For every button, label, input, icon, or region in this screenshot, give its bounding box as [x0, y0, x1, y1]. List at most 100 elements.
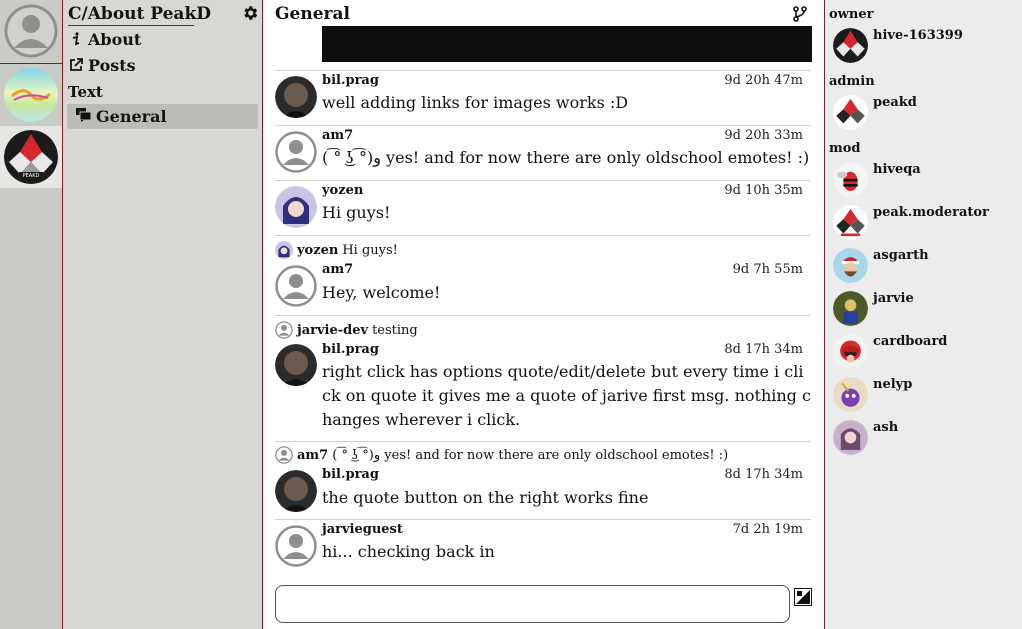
- quote-avatar: [275, 321, 293, 339]
- member-item[interactable]: asgarth: [833, 248, 1018, 286]
- quote-avatar: [275, 446, 293, 464]
- nav-about[interactable]: About: [68, 28, 141, 50]
- quote-author: yozen: [297, 242, 339, 258]
- member-item[interactable]: ash: [833, 420, 1018, 458]
- member-avatar[interactable]: [833, 28, 868, 63]
- avatar[interactable]: [275, 76, 317, 118]
- role-mod-label: mod: [829, 141, 861, 156]
- message-author[interactable]: bil.prag: [322, 342, 379, 357]
- message-time: 8d 17h 34m: [724, 342, 803, 357]
- member-avatar[interactable]: [833, 420, 868, 455]
- message-time: 9d 10h 35m: [724, 183, 803, 198]
- message-quote[interactable]: am7 ( ͡° ͜ʖ ͡°)و yes! and for now there …: [275, 446, 728, 464]
- message[interactable]: jarvieguest 7d 2h 19m hi... checking bac…: [275, 519, 811, 574]
- quote-author: jarvie-dev: [297, 322, 369, 338]
- message-time: 9d 20h 33m: [724, 128, 803, 143]
- message-text: Hey, welcome!: [322, 283, 441, 302]
- member-name[interactable]: hive-163399: [873, 28, 963, 43]
- message-text: hi... checking back in: [322, 542, 495, 561]
- rail-profile[interactable]: [0, 0, 62, 62]
- gear-icon[interactable]: [241, 4, 259, 22]
- message-text: well adding links for images works :D: [322, 93, 629, 112]
- image-upload-icon[interactable]: [794, 588, 812, 606]
- role-admin-label: admin: [829, 74, 875, 89]
- message-time: 9d 20h 47m: [724, 73, 803, 88]
- rail-community-hive[interactable]: [0, 64, 62, 126]
- member-name[interactable]: peak.moderator: [873, 205, 989, 220]
- member-name[interactable]: ash: [873, 420, 898, 435]
- message-quote[interactable]: yozen Hi guys!: [275, 241, 398, 259]
- message-author[interactable]: bil.prag: [322, 467, 379, 482]
- message-input[interactable]: [275, 585, 790, 623]
- member-avatar[interactable]: [833, 377, 868, 412]
- member-name[interactable]: asgarth: [873, 248, 929, 263]
- member-name[interactable]: hiveqa: [873, 162, 921, 177]
- member-list: owner hive-163399 admin peakd mod hiveqa…: [826, 0, 1022, 629]
- member-avatar[interactable]: [833, 248, 868, 283]
- member-item[interactable]: hiveqa: [833, 162, 1018, 200]
- message[interactable]: am7 9d 20h 33m ( ͡° ͜ʖ ͡°)و yes! and for…: [275, 125, 811, 180]
- member-name[interactable]: jarvie: [873, 291, 914, 306]
- quote-avatar: [275, 241, 293, 259]
- avatar[interactable]: [275, 186, 317, 228]
- avatar[interactable]: [275, 525, 317, 567]
- message-author[interactable]: am7: [322, 128, 353, 143]
- member-name[interactable]: peakd: [873, 95, 917, 110]
- channel-general[interactable]: General: [67, 104, 258, 129]
- message[interactable]: yozen Hi guys! am7 9d 7h 55m Hey, welcom…: [275, 235, 811, 315]
- peakd-community-icon[interactable]: PEAKD: [4, 130, 58, 184]
- message-author[interactable]: am7: [322, 262, 353, 277]
- nav-posts-label: Posts: [88, 55, 136, 75]
- text-section-label: Text: [68, 83, 103, 101]
- rail-community-peakd[interactable]: PEAKD: [0, 126, 62, 188]
- hive-community-icon[interactable]: [4, 68, 58, 122]
- embedded-image: [322, 26, 812, 62]
- member-item[interactable]: peakd: [833, 95, 1018, 133]
- member-avatar[interactable]: [833, 334, 868, 369]
- member-item[interactable]: peak.moderator: [833, 205, 1018, 243]
- member-name[interactable]: nelyp: [873, 377, 912, 392]
- message-author[interactable]: bil.prag: [322, 73, 379, 88]
- member-item[interactable]: cardboard: [833, 334, 1018, 372]
- quote-text: ( ͡° ͜ʖ ͡°)و yes! and for now there are …: [332, 448, 729, 463]
- channel-general-label: General: [96, 107, 167, 126]
- message[interactable]: yozen 9d 10h 35m Hi guys!: [275, 180, 811, 235]
- message-quote[interactable]: jarvie-dev testing: [275, 321, 418, 339]
- message[interactable]: am7 ( ͡° ͜ʖ ͡°)و yes! and for now there …: [275, 441, 811, 519]
- member-avatar[interactable]: [833, 95, 868, 130]
- quote-author: am7: [297, 447, 329, 463]
- message-time: 8d 17h 34m: [724, 467, 803, 482]
- message-text: right click has options quote/edit/delet…: [322, 362, 811, 429]
- avatar[interactable]: [275, 265, 317, 307]
- message-author[interactable]: jarvieguest: [322, 522, 403, 537]
- message-author[interactable]: yozen: [322, 183, 363, 198]
- message[interactable]: jarvie-dev testing bil.prag 8d 17h 34m r…: [275, 315, 811, 440]
- role-owner-label: owner: [829, 7, 874, 22]
- member-item[interactable]: nelyp: [833, 377, 1018, 415]
- member-item[interactable]: hive-163399: [833, 28, 1018, 66]
- member-avatar[interactable]: [833, 205, 868, 240]
- member-item[interactable]: jarvie: [833, 291, 1018, 329]
- avatar[interactable]: [275, 344, 317, 386]
- avatar[interactable]: [275, 470, 317, 512]
- thread-branch-icon[interactable]: [792, 6, 808, 22]
- quote-text: testing: [372, 322, 418, 338]
- avatar[interactable]: [275, 131, 317, 173]
- member-name[interactable]: cardboard: [873, 334, 947, 349]
- message-text: ( ͡° ͜ʖ ͡°)و yes! and for now there are …: [322, 148, 810, 167]
- chat-bubbles-icon: [75, 107, 92, 126]
- quote-text: Hi guys!: [342, 242, 398, 258]
- channel-title: General: [275, 4, 350, 24]
- message[interactable]: bil.prag 9d 20h 47m well adding links fo…: [275, 70, 811, 125]
- nav-about-label: About: [88, 29, 142, 49]
- channel-sidebar: C/About PeakD About Posts Text General: [63, 0, 263, 629]
- message-time: 7d 2h 19m: [732, 522, 803, 537]
- external-link-icon: [68, 57, 84, 73]
- chat-main: General bil.prag 9d 20h 47m well adding …: [264, 0, 825, 629]
- info-icon: [68, 31, 84, 47]
- member-avatar[interactable]: [833, 291, 868, 326]
- community-rail: PEAKD: [0, 0, 63, 629]
- profile-avatar[interactable]: [4, 4, 58, 58]
- nav-posts[interactable]: Posts: [68, 54, 136, 76]
- member-avatar[interactable]: [833, 162, 868, 197]
